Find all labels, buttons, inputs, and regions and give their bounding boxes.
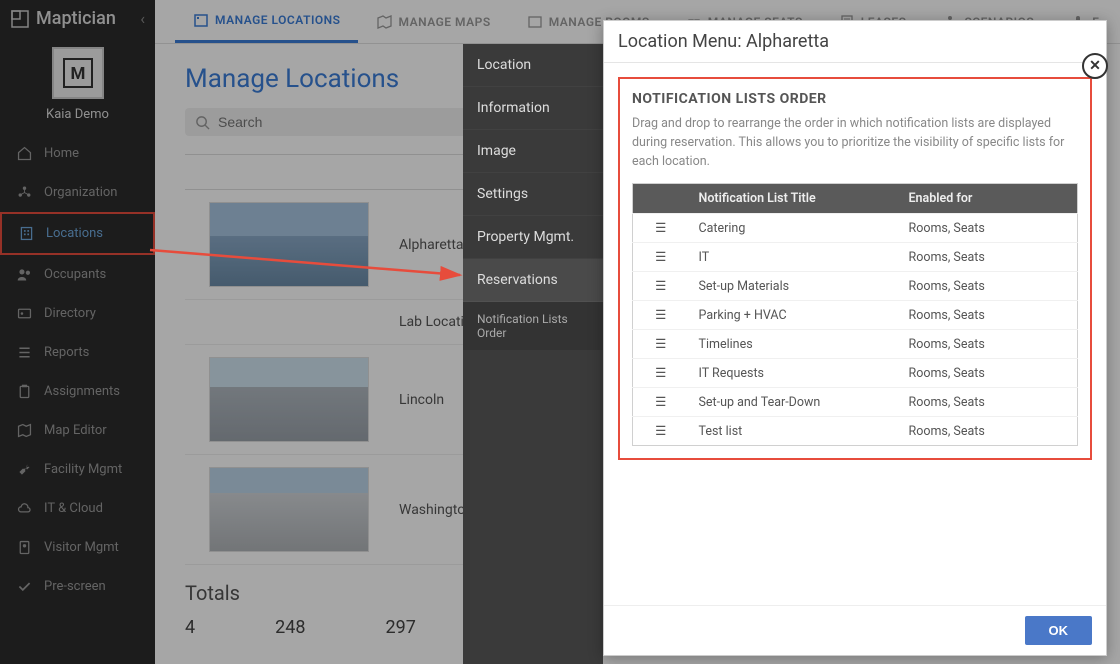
notification-title: Parking + HVAC (689, 301, 899, 330)
notification-enabled: Rooms, Seats (899, 330, 1078, 359)
col-drag (633, 184, 689, 214)
location-menu-dialog: Location Menu: Alpharetta ✕ NOTIFICATION… (603, 20, 1107, 656)
section-title: NOTIFICATION LISTS ORDER (632, 91, 1078, 107)
notification-order-section: NOTIFICATION LISTS ORDER Drag and drop t… (618, 77, 1092, 460)
notification-row[interactable]: ☰ITRooms, Seats (633, 243, 1078, 272)
notification-title: Set-up Materials (689, 272, 899, 301)
notification-enabled: Rooms, Seats (899, 359, 1078, 388)
notification-row[interactable]: ☰Test listRooms, Seats (633, 417, 1078, 446)
drag-handle-icon[interactable]: ☰ (633, 388, 689, 417)
drag-handle-icon[interactable]: ☰ (633, 330, 689, 359)
submenu-item-settings[interactable]: Settings (463, 173, 603, 216)
section-description: Drag and drop to rearrange the order in … (632, 115, 1078, 171)
notification-row[interactable]: ☰Set-up MaterialsRooms, Seats (633, 272, 1078, 301)
notification-table: Notification List Title Enabled for ☰Cat… (632, 183, 1078, 446)
col-title: Notification List Title (689, 184, 899, 214)
notification-enabled: Rooms, Seats (899, 388, 1078, 417)
notification-enabled: Rooms, Seats (899, 417, 1078, 446)
col-enabled: Enabled for (899, 184, 1078, 214)
drag-handle-icon[interactable]: ☰ (633, 417, 689, 446)
close-button[interactable]: ✕ (1082, 53, 1108, 79)
submenu-item-reservations[interactable]: Reservations (463, 259, 603, 302)
submenu-item-property-mgmt-[interactable]: Property Mgmt. (463, 216, 603, 259)
submenu-item-location[interactable]: Location (463, 44, 603, 87)
notification-row[interactable]: ☰Set-up and Tear-DownRooms, Seats (633, 388, 1078, 417)
drag-handle-icon[interactable]: ☰ (633, 359, 689, 388)
dialog-body: NOTIFICATION LISTS ORDER Drag and drop t… (604, 63, 1106, 605)
drag-handle-icon[interactable]: ☰ (633, 301, 689, 330)
notification-row[interactable]: ☰Parking + HVACRooms, Seats (633, 301, 1078, 330)
notification-title: Timelines (689, 330, 899, 359)
drag-handle-icon[interactable]: ☰ (633, 214, 689, 243)
drag-handle-icon[interactable]: ☰ (633, 243, 689, 272)
close-icon: ✕ (1089, 58, 1101, 74)
notification-title: IT Requests (689, 359, 899, 388)
notification-enabled: Rooms, Seats (899, 214, 1078, 243)
dialog-footer: OK (604, 605, 1106, 655)
notification-enabled: Rooms, Seats (899, 272, 1078, 301)
notification-enabled: Rooms, Seats (899, 301, 1078, 330)
notification-title: Set-up and Tear-Down (689, 388, 899, 417)
notification-title: Test list (689, 417, 899, 446)
submenu-item-image[interactable]: Image (463, 130, 603, 173)
notification-row[interactable]: ☰CateringRooms, Seats (633, 214, 1078, 243)
notification-title: Catering (689, 214, 899, 243)
ok-button[interactable]: OK (1025, 616, 1093, 645)
notification-row[interactable]: ☰IT RequestsRooms, Seats (633, 359, 1078, 388)
location-submenu: LocationInformationImageSettingsProperty… (463, 44, 603, 664)
submenu-sub-item[interactable]: Notification Lists Order (463, 302, 603, 350)
notification-enabled: Rooms, Seats (899, 243, 1078, 272)
notification-row[interactable]: ☰TimelinesRooms, Seats (633, 330, 1078, 359)
notification-title: IT (689, 243, 899, 272)
drag-handle-icon[interactable]: ☰ (633, 272, 689, 301)
submenu-item-information[interactable]: Information (463, 87, 603, 130)
dialog-title: Location Menu: Alpharetta (604, 21, 1106, 63)
